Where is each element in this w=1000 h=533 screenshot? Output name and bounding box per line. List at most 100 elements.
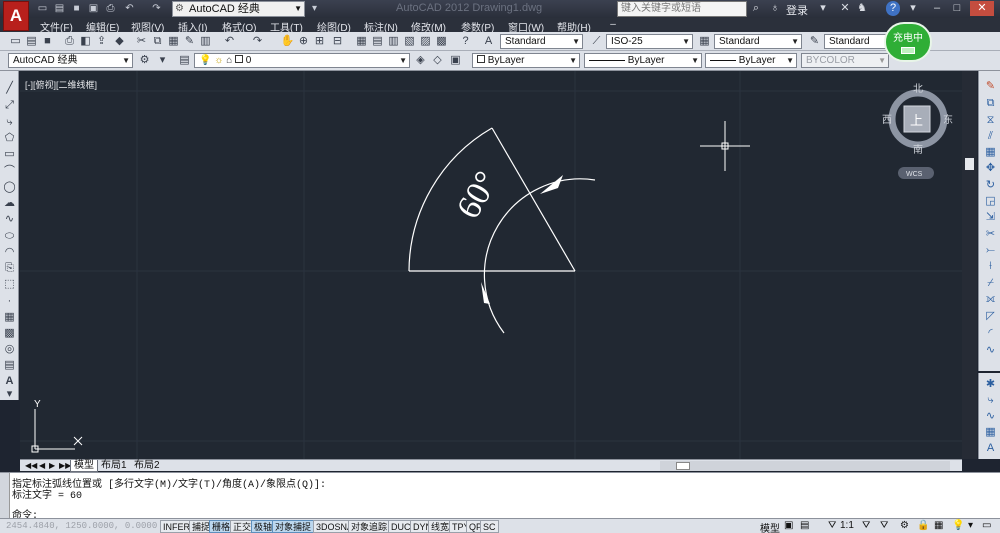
application-menu-button[interactable]: A	[3, 1, 29, 31]
layer-state-icon[interactable]: ▣	[448, 53, 463, 68]
new-icon[interactable]: ▭	[8, 34, 23, 49]
chamfer-icon[interactable]: ◸	[983, 309, 998, 324]
match-properties-icon[interactable]: ✎	[182, 34, 197, 49]
scrollbar-thumb[interactable]	[965, 158, 974, 170]
quick-view-layouts-icon[interactable]: ▣	[784, 520, 793, 531]
design-center-icon[interactable]: ▤	[370, 34, 385, 49]
workspace-customize-icon[interactable]: ▾	[155, 53, 170, 68]
zoom-previous-icon[interactable]: ⊟	[330, 34, 345, 49]
edit-hatch-icon[interactable]: ▦	[983, 425, 998, 440]
linetype-select[interactable]: ByLayer ▼	[584, 53, 702, 68]
mleader-style-select[interactable]: Standard	[824, 34, 886, 49]
scrollbar-thumb[interactable]	[676, 462, 690, 470]
help-dropdown-icon[interactable]: ▾	[906, 1, 920, 16]
properties-icon[interactable]: ▦	[354, 34, 369, 49]
layer-select[interactable]: 💡 ☼ ⌂ 0 ▼	[194, 53, 410, 68]
wcs-label[interactable]: WCS	[906, 171, 923, 178]
table-style-icon[interactable]: ▦	[697, 34, 712, 49]
isolate-objects-icon[interactable]: 💡	[952, 520, 964, 531]
scale-icon[interactable]: ◲	[983, 194, 998, 209]
region-icon[interactable]: ◎	[2, 342, 17, 357]
help-icon[interactable]: ?	[886, 1, 900, 16]
polyline-icon[interactable]: ⤷	[2, 115, 17, 130]
workspace-settings-icon[interactable]: ⚙	[137, 53, 152, 68]
spline-icon[interactable]: ∿	[2, 212, 17, 227]
construction-line-icon[interactable]: ⤢	[2, 98, 17, 113]
table-style-select[interactable]: Standard ▼	[714, 34, 802, 49]
tab-layout2[interactable]: 布局2	[131, 460, 163, 472]
command-window-handle[interactable]	[0, 473, 10, 519]
pan-icon[interactable]: ✋	[280, 34, 295, 49]
drawing-canvas[interactable]: [-][俯视][二维线框] 60° 上 北 南 东 西 WCS Y	[20, 71, 962, 459]
workspace-select[interactable]: AutoCAD 经典 ▼	[8, 53, 133, 68]
save-icon[interactable]: ■	[40, 34, 55, 49]
color-select[interactable]: ByLayer ▼	[472, 53, 580, 68]
fillet-icon[interactable]: ◜	[983, 326, 998, 341]
offset-icon[interactable]: ⫽	[983, 129, 998, 144]
text-style-select[interactable]: Standard ▼	[500, 34, 583, 49]
edit-polyline-icon[interactable]: ⤷	[983, 393, 998, 408]
3d-dwf-icon[interactable]: ◆	[112, 34, 127, 49]
annotation-scale-icon[interactable]: ⛛	[828, 520, 836, 531]
line-icon[interactable]: ╱	[2, 81, 17, 96]
dim-style-icon[interactable]: ⟋	[589, 34, 604, 49]
workspace-switch-icon[interactable]: ⚙	[900, 520, 909, 531]
copy-object-icon[interactable]: ⧉	[983, 96, 998, 111]
edit-spline-icon[interactable]: ∿	[983, 409, 998, 424]
hatch-icon[interactable]: ▦	[2, 310, 17, 325]
blend-curves-icon[interactable]: ∿	[983, 343, 998, 358]
quickcalc-icon[interactable]: ▩	[434, 34, 449, 49]
angular-dimension[interactable]	[483, 178, 596, 334]
rotate-icon[interactable]: ↻	[983, 178, 998, 193]
compass-west[interactable]: 西	[882, 115, 892, 126]
quick-view-drawings-icon[interactable]: ▤	[800, 520, 809, 531]
trim-icon[interactable]: ✂	[983, 227, 998, 242]
maximize-icon[interactable]: □	[950, 1, 964, 16]
status-osnap[interactable]: 对象捕捉	[272, 520, 315, 533]
explode-icon[interactable]: ✱	[983, 377, 998, 392]
zoom-realtime-icon[interactable]: ⊕	[296, 34, 311, 49]
search-icon[interactable]: ⌕	[749, 1, 763, 16]
mleader-style-icon[interactable]: ✎	[807, 34, 822, 49]
open-icon[interactable]: ▤	[24, 34, 39, 49]
dim-style-select[interactable]: ISO-25 ▼	[606, 34, 693, 49]
search-input[interactable]: 键入关键字或短语	[617, 1, 747, 17]
tool-palettes-icon[interactable]: ▥	[386, 34, 401, 49]
arc-icon[interactable]: ⌒	[2, 164, 17, 179]
compass-south[interactable]: 南	[913, 143, 923, 156]
hardware-acceleration-icon[interactable]: ▦	[934, 520, 943, 531]
gradient-icon[interactable]: ▩	[2, 326, 17, 341]
rectangle-icon[interactable]: ▭	[2, 147, 17, 162]
customize-quick-access-icon[interactable]: ▾	[308, 2, 321, 15]
compass-north[interactable]: 北	[913, 83, 923, 95]
print-icon[interactable]: ⎙	[104, 2, 117, 15]
cursor-coordinates[interactable]: 2454.4840, 1250.0000, 0.0000	[6, 521, 157, 531]
table-icon[interactable]: ▤	[2, 358, 17, 373]
workspace-dropdown[interactable]: ⚙ AutoCAD 经典 ▼	[172, 1, 305, 17]
annotation-scale[interactable]: 1:1	[840, 520, 854, 531]
vertical-scrollbar[interactable]	[962, 71, 977, 459]
save-as-icon[interactable]: ▣	[87, 2, 100, 15]
circle-icon[interactable]: ◯	[2, 180, 17, 195]
cut-icon[interactable]: ✂	[134, 34, 149, 49]
point-icon[interactable]: ·	[2, 294, 17, 309]
move-icon[interactable]: ✥	[983, 161, 998, 176]
binoculars-icon[interactable]: ♁	[768, 1, 782, 16]
mirror-icon[interactable]: ⧖	[983, 113, 998, 128]
revcloud-icon[interactable]: ☁	[2, 196, 17, 211]
break-at-point-icon[interactable]: ⟊	[983, 259, 998, 274]
text-style-icon[interactable]: A	[481, 34, 496, 49]
model-space-label[interactable]: 模型	[760, 520, 780, 533]
viewcube-top-face[interactable]: 上	[910, 114, 923, 129]
break-icon[interactable]: ⌿	[983, 276, 998, 291]
community-icon[interactable]: ♞	[855, 1, 869, 16]
status-otrack[interactable]: 对象追踪	[348, 520, 391, 533]
new-file-icon[interactable]: ▭	[36, 2, 49, 15]
ellipse-arc-icon[interactable]: ◠	[2, 245, 17, 260]
open-file-icon[interactable]: ▤	[53, 2, 66, 15]
block-editor-icon[interactable]: ▥	[198, 34, 213, 49]
array-icon[interactable]: ▦	[983, 145, 998, 160]
tab-model[interactable]: 模型	[70, 460, 98, 472]
close-icon[interactable]: ✕	[970, 1, 994, 16]
redo-icon[interactable]: ↷	[250, 34, 265, 49]
